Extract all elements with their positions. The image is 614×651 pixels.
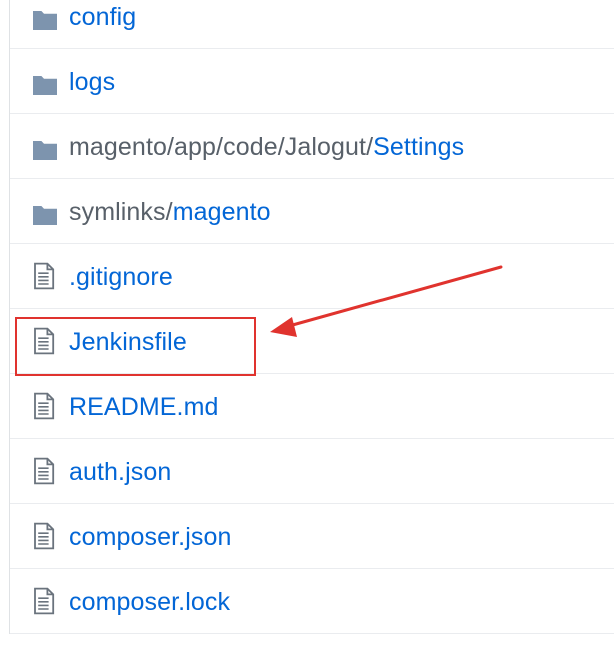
highlight-box	[15, 317, 256, 376]
file-link[interactable]: composer.lock	[69, 588, 230, 616]
path-prefix: symlinks/	[69, 198, 173, 226]
folder-icon	[33, 11, 57, 30]
file-name[interactable]: logs	[69, 66, 115, 98]
file-text-icon	[34, 587, 55, 615]
path-prefix: magento/app/code/Jalogut/	[69, 133, 374, 161]
file-text-icon	[34, 392, 55, 420]
file-name[interactable]: composer.lock	[69, 586, 230, 618]
folder-icon	[33, 76, 57, 95]
list-item-settings[interactable]: magento/app/code/Jalogut/Settings	[10, 114, 614, 179]
file-browser: config logs magento/app/code/Jalogut/Set…	[0, 0, 614, 651]
file-name[interactable]: config	[69, 1, 136, 33]
file-text-icon	[34, 457, 55, 485]
file-link[interactable]: auth.json	[69, 458, 171, 486]
list-item-composer-json[interactable]: composer.json	[10, 504, 614, 569]
file-name[interactable]: auth.json	[69, 456, 171, 488]
list-item-config[interactable]: config	[10, 0, 614, 49]
file-name[interactable]: magento/app/code/Jalogut/Settings	[69, 131, 464, 163]
list-item-auth-json[interactable]: auth.json	[10, 439, 614, 504]
list-item-readme[interactable]: README.md	[10, 374, 614, 439]
folder-icon	[33, 206, 57, 225]
file-link[interactable]: .gitignore	[69, 263, 173, 291]
file-text-icon	[34, 262, 55, 290]
list-item-logs[interactable]: logs	[10, 49, 614, 114]
file-name[interactable]: symlinks/magento	[69, 196, 271, 228]
folder-link[interactable]: Settings	[373, 133, 464, 161]
folder-link[interactable]: magento	[173, 198, 271, 226]
folder-icon	[33, 141, 57, 160]
list-item-composer-lock[interactable]: composer.lock	[10, 569, 614, 634]
folder-link[interactable]: config	[69, 3, 136, 31]
file-text-icon	[34, 522, 55, 550]
file-link[interactable]: composer.json	[69, 523, 232, 551]
file-name[interactable]: composer.json	[69, 521, 232, 553]
file-link[interactable]: README.md	[69, 393, 219, 421]
folder-link[interactable]: logs	[69, 68, 115, 96]
file-name[interactable]: .gitignore	[69, 261, 173, 293]
list-item-gitignore[interactable]: .gitignore	[10, 244, 614, 309]
list-item-magento[interactable]: symlinks/magento	[10, 179, 614, 244]
file-name[interactable]: README.md	[69, 391, 219, 423]
